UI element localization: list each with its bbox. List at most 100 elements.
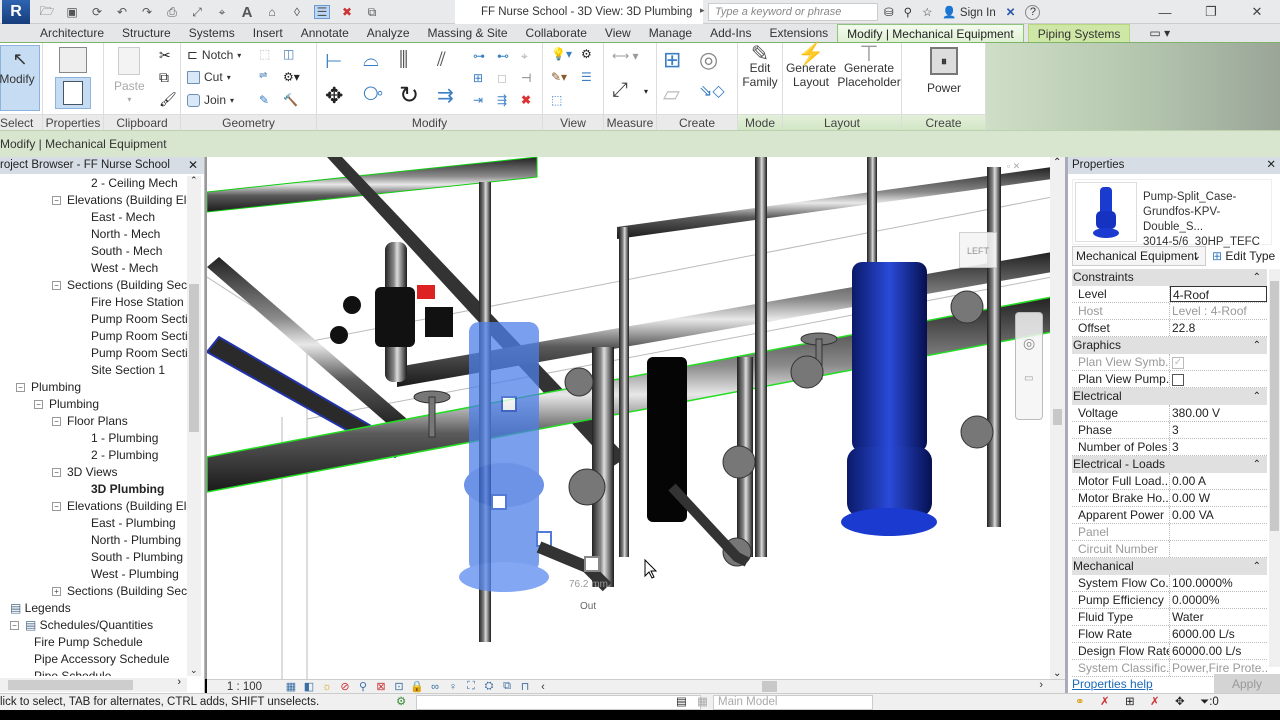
notch-button[interactable]: ⊏ Notch ▾ <box>187 47 241 63</box>
override-graphics-icon[interactable]: ⚙ <box>581 47 592 61</box>
wall-profile-icon[interactable]: ⚙▾ <box>283 70 300 84</box>
design-option-dropdown[interactable]: Main Model <box>713 695 873 710</box>
search-input[interactable]: Type a keyword or phrase <box>708 3 878 21</box>
collapse-icon[interactable]: − <box>52 468 61 478</box>
tree-item[interactable]: Site Section 1 <box>91 362 165 379</box>
paint-icon[interactable]: ✎ <box>259 93 269 107</box>
property-value[interactable]: 4-Roof <box>1170 286 1267 302</box>
filter-lines-icon[interactable]: ☰ <box>581 70 592 84</box>
viewcube[interactable]: LEFT <box>959 232 997 268</box>
property-value[interactable]: 0.00 VA <box>1170 507 1267 523</box>
properties-toggle-button[interactable] <box>55 77 91 109</box>
cut-icon[interactable]: ✂ <box>159 47 171 64</box>
viewport-vertical-scrollbar[interactable]: ⌃ ⌄ <box>1050 157 1065 679</box>
category-filter-dropdown[interactable]: Mechanical Equipment ⌄ <box>1072 246 1206 266</box>
collapse-icon[interactable]: ⌃ <box>1253 337 1261 354</box>
analytical-model-icon[interactable]: ⛭ <box>480 680 498 693</box>
steering-wheel-icon[interactable]: ◎ <box>1023 335 1035 352</box>
print-icon[interactable]: ⎙ <box>164 5 180 19</box>
sun-path-icon[interactable]: ☼ <box>318 681 336 693</box>
grip-handle[interactable] <box>491 494 507 510</box>
type-properties-button[interactable] <box>59 47 87 73</box>
unpin-icon[interactable]: ⌖ <box>521 49 528 64</box>
tab-collaborate[interactable]: Collaborate <box>517 24 596 42</box>
controller-unit[interactable] <box>330 285 453 347</box>
tab-add-ins[interactable]: Add-Ins <box>701 24 760 42</box>
tree-item[interactable]: Pump Room Sectio <box>91 311 187 328</box>
delete-icon[interactable]: ✖ <box>521 93 531 107</box>
property-value[interactable]: 0.00 A <box>1170 473 1267 489</box>
create-assembly-icon[interactable]: ⊞ <box>663 47 681 73</box>
property-value[interactable]: 100.0000% <box>1170 575 1267 591</box>
pin-icon[interactable]: ⊣ <box>521 71 531 85</box>
navigation-bar[interactable]: ◎ ▭ <box>1015 312 1043 420</box>
beam-join-icon[interactable]: ⇌ <box>259 70 267 81</box>
tab-massing-site[interactable]: Massing & Site <box>419 24 517 42</box>
scroll-right-icon[interactable]: › <box>177 676 181 688</box>
section-icon[interactable]: ◊ <box>289 5 305 19</box>
copy-element-icon[interactable]: ⧂ <box>363 83 383 106</box>
tree-item[interactable]: − ▤ Schedules/Quantities <box>10 617 153 634</box>
collapse-icon[interactable]: ⌃ <box>1253 456 1261 473</box>
reveal-hidden-icon[interactable]: ♀ <box>444 681 462 693</box>
pinned-select-icon[interactable]: ⊞ <box>1125 694 1135 710</box>
property-value[interactable]: 380.00 V <box>1170 405 1267 421</box>
tree-item[interactable]: − Plumbing <box>34 396 99 413</box>
join-button[interactable]: Join ▾ <box>187 93 234 107</box>
modify-button[interactable]: ↖ Modify <box>0 45 40 111</box>
tree-item[interactable]: South - Plumbing <box>91 549 183 566</box>
close-icon[interactable]: ✕ <box>188 157 198 174</box>
grip-handle[interactable] <box>584 556 600 572</box>
tab-structure[interactable]: Structure <box>113 24 180 42</box>
save-icon[interactable]: ▣ <box>64 5 80 19</box>
array-icon[interactable]: ⊞ <box>473 71 483 85</box>
tree-item[interactable]: West - Mech <box>91 260 158 277</box>
tag-icon[interactable]: ⌖ <box>214 5 230 19</box>
temp-view-props-icon[interactable]: ⛶ <box>462 680 480 693</box>
view-scale[interactable]: 1 : 100 <box>207 681 282 693</box>
tab-systems[interactable]: Systems <box>180 24 244 42</box>
detail-level-icon[interactable]: ▦ <box>282 680 300 693</box>
rotate-icon[interactable]: ↻ <box>399 81 419 110</box>
drag-elements-icon[interactable]: ✥ <box>1175 694 1185 710</box>
expand-icon[interactable]: + <box>52 587 61 597</box>
paste-button[interactable]: Paste ▾ <box>114 47 145 107</box>
collapse-icon[interactable]: − <box>52 281 61 291</box>
generate-placeholder-button[interactable]: ⊤ Generate Placeholder <box>837 43 901 90</box>
link-select-icon[interactable]: ⚭ <box>1075 694 1085 710</box>
show-crop-icon[interactable]: ⊡ <box>390 680 408 693</box>
collapse-icon[interactable]: ⌃ <box>1253 558 1261 575</box>
scale-icon[interactable]: ◻ <box>497 71 507 85</box>
help-button[interactable]: ? <box>1025 4 1041 20</box>
tab-extensions[interactable]: Extensions <box>760 24 837 42</box>
tree-item[interactable]: 1 - Plumbing <box>91 430 158 447</box>
active-workset-dropdown[interactable] <box>416 695 701 710</box>
temp-hide-icon[interactable]: ∞ <box>426 681 444 693</box>
exchange-icon[interactable]: ✕ <box>1006 5 1016 19</box>
tree-item[interactable]: 2 - Ceiling Mech <box>91 176 178 192</box>
worksets-icon[interactable]: ⚙ <box>396 694 406 710</box>
grip-handle[interactable] <box>501 396 517 412</box>
search-expand-icon[interactable]: ▸ <box>700 5 705 16</box>
align-icon[interactable]: ⊢ <box>325 49 342 74</box>
tree-item[interactable]: Pump Room Sectio <box>91 328 187 345</box>
linework-icon[interactable]: ✎▾ <box>551 70 567 84</box>
visual-style-icon[interactable]: ◧ <box>300 680 318 693</box>
demolish-icon[interactable]: 🔨 <box>283 93 298 107</box>
property-value[interactable]: 22.8 <box>1170 320 1267 336</box>
close-icon[interactable]: ✕ <box>1266 157 1276 174</box>
scroll-thumb[interactable] <box>1053 409 1062 425</box>
scroll-down-icon[interactable]: ⌄ <box>190 665 198 676</box>
property-value[interactable]: Water <box>1170 609 1267 625</box>
3d-model-canvas[interactable]: 76.2 mm Out <box>207 157 1052 679</box>
aligned-dimension-icon[interactable]: ⤢ <box>612 79 628 102</box>
wall-joins-icon[interactable]: ⬚ <box>259 47 270 61</box>
measure-icon[interactable]: ⤢ <box>189 5 205 19</box>
subscription-icon[interactable]: ⚲ <box>904 5 912 19</box>
tree-item[interactable]: − Sections (Building Sect <box>52 277 187 294</box>
offset-icon[interactable]: ⌓ <box>363 49 379 72</box>
tree-item[interactable]: North - Plumbing <box>91 532 181 549</box>
project-browser-vertical-scrollbar[interactable]: ⌃ ⌄ <box>187 175 201 676</box>
tree-item[interactable]: East - Plumbing <box>91 515 176 532</box>
split-with-gap-icon[interactable]: ⊷ <box>497 49 509 63</box>
